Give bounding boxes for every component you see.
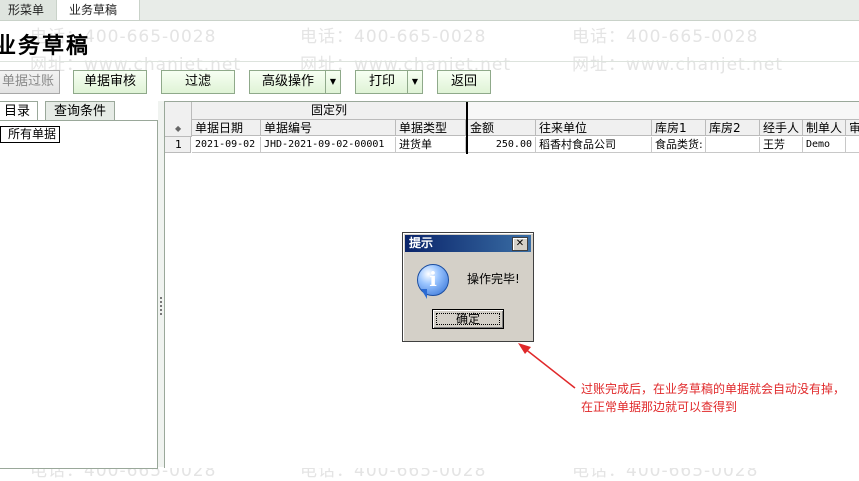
annotation-line-1: 过账完成后，在业务草稿的单据就会自动没有掉，: [581, 382, 846, 396]
annotation-note: 过账完成后，在业务草稿的单据就会自动没有掉， 在正常单据那边就可以查得到: [581, 380, 845, 416]
annotation-line-2: 在正常单据那边就可以查得到: [581, 400, 738, 414]
